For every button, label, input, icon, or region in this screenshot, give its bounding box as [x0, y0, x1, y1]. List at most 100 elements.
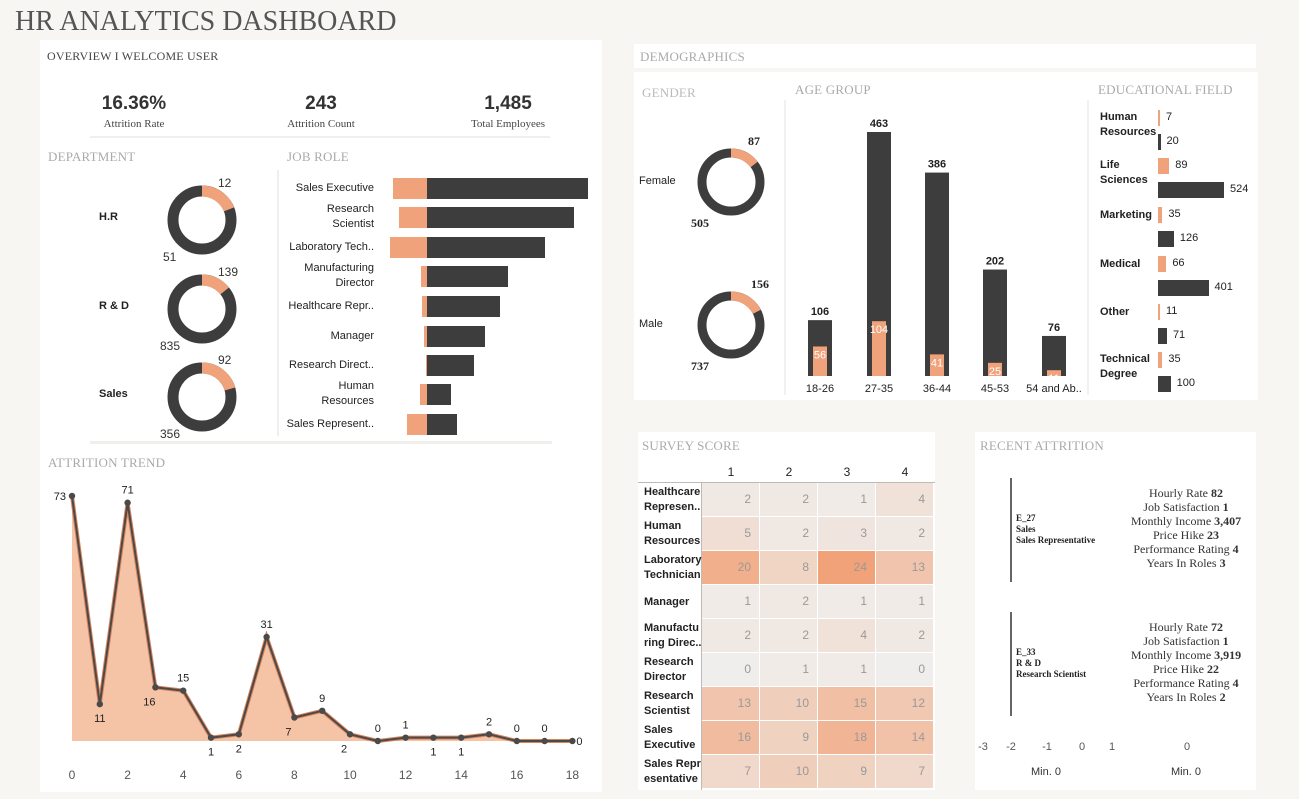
trend-point	[124, 499, 131, 506]
department-label: Sales	[99, 388, 128, 400]
field-name: Hourly Rate	[1149, 620, 1211, 634]
survey-cell: 4	[818, 619, 876, 653]
survey-cell: 8	[760, 551, 818, 585]
attrition-count-label: 139	[218, 265, 239, 279]
survey-cell: 2	[876, 517, 934, 551]
trend-point	[485, 731, 493, 738]
x-tick-label: 2	[124, 768, 131, 782]
job-role-label: Manager	[330, 329, 374, 342]
donut-attrition-arc	[201, 185, 235, 212]
age-group-chart: 106 56 18-26 463 104 27-35 386 41 36-44 202 25 45-5…	[806, 118, 1082, 395]
survey-title: SURVEY SCORE	[642, 438, 741, 453]
department-title: DEPARTMENT	[48, 149, 136, 164]
edu-active-bar	[1158, 376, 1171, 392]
survey-cell: 2	[760, 619, 818, 653]
edu-attrition-label: 7	[1166, 111, 1173, 123]
edu-active-label: 71	[1172, 329, 1186, 341]
survey-column-header: 1	[727, 465, 735, 479]
edu-field-label: Life Sciences	[1100, 159, 1148, 186]
kpi-label: Total Employees	[470, 118, 546, 130]
trend-point	[346, 731, 354, 738]
trend-point	[541, 737, 548, 745]
edu-active-label: 401	[1214, 281, 1233, 293]
survey-cell: 2	[702, 483, 760, 517]
survey-cell: 16	[702, 721, 760, 755]
survey-row-label: Sales Repr esentative	[644, 758, 701, 785]
job-role-active-bar	[427, 237, 545, 258]
attrition-count-label: 156	[751, 277, 769, 291]
gender-label: Female	[639, 175, 676, 187]
record-field: Monthly Income 3,407	[1106, 514, 1266, 528]
trend-data-label: 16	[143, 696, 155, 708]
job-role-attrition-bar	[398, 207, 427, 228]
survey-cell: 2	[760, 585, 818, 619]
survey-cell: 9	[760, 721, 818, 755]
trend-point	[235, 731, 242, 738]
x-tick-label: 18	[566, 768, 580, 782]
survey-cell: 15	[818, 687, 876, 721]
edu-active-label: 100	[1176, 377, 1195, 389]
job-role-attrition-bar	[419, 384, 427, 405]
field-value: 3,919	[1214, 648, 1242, 662]
attrition-count-label: 92	[218, 353, 232, 367]
field-value: 4	[1232, 676, 1239, 690]
field-name: Price Hike	[1153, 662, 1207, 676]
edu-attrition-bar	[1158, 158, 1170, 174]
survey-cell: 2	[760, 483, 818, 517]
record-divider	[1010, 612, 1012, 716]
job-role-label: Laboratory Tech..	[289, 240, 374, 253]
job-role-active-bar	[427, 355, 474, 376]
department-label: R & D	[99, 300, 129, 312]
gender-donut	[697, 291, 765, 359]
field-name: Performance Rating	[1133, 676, 1233, 690]
survey-cell: 1	[818, 483, 876, 517]
edu-attrition-label: 11	[1166, 305, 1178, 317]
demographics-title: DEMOGRAPHICS	[640, 49, 745, 64]
field-name: Monthly Income	[1130, 648, 1215, 662]
age-attrition-label: 25	[989, 366, 1001, 378]
edu-attrition-label: 35	[1168, 353, 1181, 365]
trend-data-label: 7	[285, 727, 291, 739]
trend-data-label: 2	[236, 743, 242, 755]
age-attrition-label: 41	[931, 357, 943, 369]
field-value: 4	[1232, 542, 1239, 556]
active-count-label: 835	[160, 339, 181, 353]
job-role-label: Manufacturing Director	[304, 262, 374, 289]
job-role-attrition-bar	[389, 237, 427, 258]
job-role-label: Healthcare Repr..	[288, 299, 374, 312]
edu-active-bar	[1158, 328, 1167, 344]
edu-attrition-bar	[1158, 352, 1163, 368]
edu-active-bar	[1158, 231, 1174, 247]
survey-cell: 2	[760, 517, 818, 551]
department-label: H.R	[99, 211, 118, 223]
trend-point	[152, 684, 159, 691]
edu-active-bar	[1158, 182, 1224, 198]
age-category-label: 54 and Ab..	[1026, 383, 1082, 395]
record-field: Monthly Income 3,919	[1106, 648, 1266, 662]
survey-cell: 10	[760, 755, 818, 789]
survey-row-label: Sales Executive	[644, 724, 696, 751]
divider	[784, 100, 786, 395]
attrition-trend-title: ATTRITION TREND	[48, 455, 166, 470]
attrition-count-label: 12	[218, 176, 232, 190]
field-name: Performance Rating	[1133, 542, 1233, 556]
kpi-label: Attrition Count	[287, 118, 355, 130]
kpi-value: 1,485	[484, 93, 532, 114]
job-role-active-bar	[427, 266, 508, 287]
x-tick-label: 14	[455, 768, 469, 782]
edu-attrition-bar	[1158, 256, 1167, 272]
trend-point	[458, 734, 465, 741]
attrition-trend-chart: 73117116151 2317920 11 120 000 2 4 6 8 10 12 14 16 18	[54, 485, 583, 782]
edu-attrition-label: 66	[1172, 257, 1185, 269]
edu-active-label: 524	[1230, 183, 1249, 195]
edu-active-bar	[1158, 134, 1161, 150]
trend-data-label: 1	[403, 720, 409, 732]
survey-row-label: Manager	[644, 595, 690, 608]
trend-point	[96, 700, 103, 708]
edu-attrition-label: 89	[1175, 159, 1188, 171]
survey-cell: 1	[818, 585, 876, 619]
trend-point	[569, 737, 576, 745]
kpi-value: 243	[305, 93, 337, 114]
footer-min-left: Min. 0	[1031, 766, 1061, 778]
trend-data-label: 9	[319, 693, 325, 705]
